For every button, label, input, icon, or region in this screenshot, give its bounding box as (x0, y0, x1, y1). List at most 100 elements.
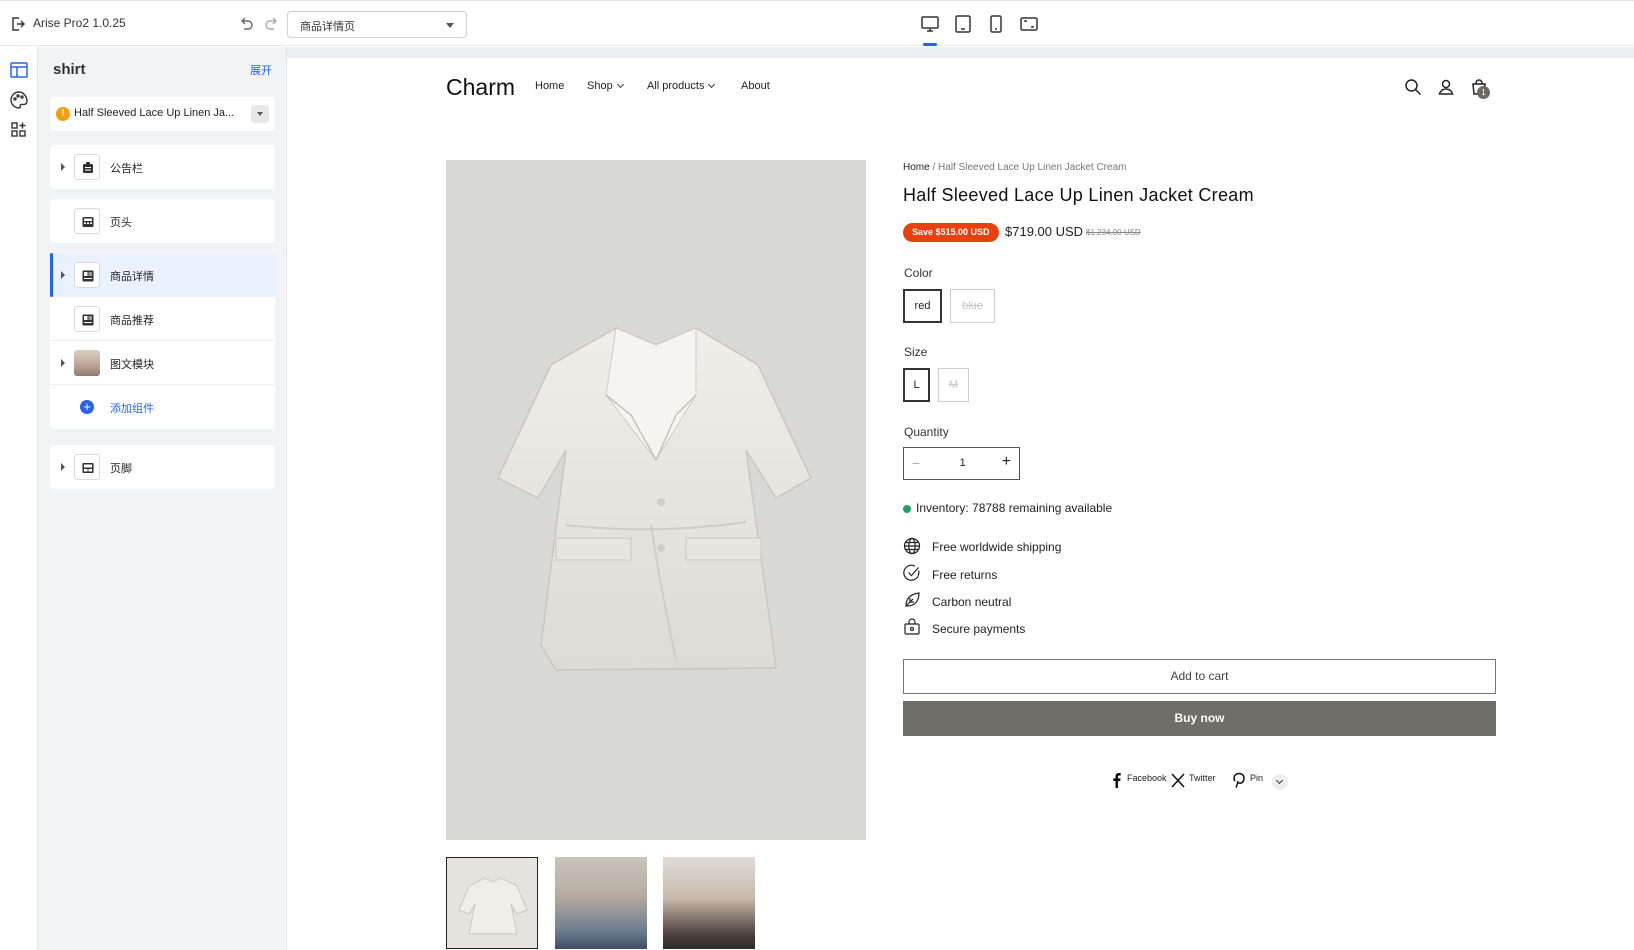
section-label: 公告栏 (110, 163, 143, 175)
pinterest-icon[interactable] (1232, 772, 1246, 788)
size-label: Size (904, 345, 928, 359)
mobile-view-icon[interactable] (986, 14, 1006, 34)
section-label: 页脚 (110, 463, 132, 475)
thumbnail-2[interactable] (555, 857, 647, 949)
nav-all-products[interactable]: All products (647, 80, 716, 92)
apps-add-icon[interactable] (9, 120, 29, 140)
expand-caret-icon[interactable] (61, 271, 65, 279)
size-option-m[interactable]: M (938, 368, 969, 402)
page-template-value: 商品详情页 (300, 21, 355, 33)
layout-icon[interactable] (9, 60, 29, 80)
thumbnail-1[interactable] (446, 857, 538, 949)
color-label: Color (904, 266, 933, 280)
add-section-label: 添加组件 (110, 403, 154, 415)
product-select[interactable]: ! Half Sleeved Lace Up Linen Ja... (50, 97, 275, 131)
section-card-header: 页头 (50, 199, 275, 243)
color-option-red[interactable]: red (903, 289, 942, 323)
product-select-value: Half Sleeved Lace Up Linen Ja... (74, 107, 235, 119)
buy-now-button[interactable]: Buy now (903, 701, 1496, 736)
quantity-stepper: − 1 + (903, 447, 1020, 480)
palette-icon[interactable] (9, 90, 29, 110)
color-option-blue[interactable]: blue (950, 289, 995, 323)
sale-price: $719.00 USD (1005, 224, 1084, 239)
section-item-image-text[interactable]: 图文模块 (50, 341, 275, 385)
x-twitter-icon[interactable] (1171, 772, 1185, 788)
globe-icon (903, 537, 921, 555)
add-section-button[interactable]: + 添加组件 (50, 385, 275, 429)
share-twitter[interactable]: Twitter (1189, 773, 1216, 783)
footer-section-icon (74, 454, 100, 480)
expand-caret-icon[interactable] (61, 463, 65, 471)
product-detail-section-icon (74, 262, 100, 288)
warning-icon: ! (56, 107, 70, 121)
size-option-l[interactable]: L (903, 368, 930, 402)
app-title: Arise Pro2 1.0.25 (33, 16, 126, 30)
product-main-image[interactable] (446, 160, 866, 840)
section-label: 图文模块 (110, 359, 154, 371)
dropdown-toggle[interactable] (251, 105, 269, 123)
section-item-product-detail[interactable]: 商品详情 (50, 253, 275, 297)
nav-home[interactable]: Home (535, 80, 564, 92)
lock-bag-icon (904, 618, 920, 635)
section-label: 商品推荐 (110, 315, 154, 327)
breadcrumb-current: Half Sleeved Lace Up Linen Jacket Cream (938, 162, 1127, 173)
section-card-footer: 页脚 (50, 445, 275, 489)
top-toolbar: Arise Pro2 1.0.25 商品详情页 (0, 0, 1634, 46)
product-title: Half Sleeved Lace Up Linen Jacket Cream (903, 185, 1254, 205)
section-card-announcement: 公告栏 (50, 145, 275, 189)
product-recommend-section-icon (74, 306, 100, 332)
feature-carbon: Carbon neutral (932, 595, 1012, 609)
share-pinterest[interactable]: Pin (1250, 773, 1263, 783)
breadcrumb-home[interactable]: Home (903, 162, 930, 173)
left-icon-rail (0, 47, 38, 950)
share-more-chevron-icon[interactable] (1272, 774, 1288, 790)
share-facebook[interactable]: Facebook (1127, 773, 1167, 783)
account-icon[interactable] (1437, 78, 1455, 96)
plus-icon: + (80, 400, 94, 414)
quantity-label: Quantity (904, 425, 949, 439)
redo-icon[interactable] (264, 16, 280, 32)
chevron-down-icon (616, 80, 624, 89)
compare-price: $1,234.00 USD (1086, 228, 1141, 237)
add-to-cart-button[interactable]: Add to cart (903, 659, 1496, 694)
facebook-icon[interactable] (1110, 772, 1124, 788)
section-item-announcement[interactable]: 公告栏 (50, 145, 275, 189)
section-item-footer[interactable]: 页脚 (50, 445, 275, 489)
breadcrumb-separator: / (932, 162, 936, 173)
search-icon[interactable] (1404, 78, 1422, 96)
section-item-product-recommend[interactable]: 商品推荐 (50, 297, 275, 341)
feature-secure: Secure payments (932, 622, 1026, 636)
nav-shop[interactable]: Shop (587, 80, 624, 92)
cart-count-badge: 1 (1477, 86, 1490, 99)
sections-panel: shirt 展开 ! Half Sleeved Lace Up Linen Ja… (38, 47, 287, 950)
feature-shipping: Free worldwide shipping (932, 540, 1062, 554)
exit-icon[interactable] (10, 16, 26, 32)
theme-name: shirt (53, 61, 86, 78)
section-card-template: 商品详情 商品推荐 图文模块 + 添加组件 (50, 253, 275, 429)
save-badge: Save $515.00 USD (903, 223, 999, 242)
expand-caret-icon[interactable] (61, 359, 65, 367)
quantity-increase-button[interactable]: + (1002, 453, 1011, 471)
undo-icon[interactable] (238, 16, 254, 32)
page-template-select[interactable]: 商品详情页 (287, 11, 467, 38)
nav-about[interactable]: About (741, 80, 770, 92)
section-item-header[interactable]: 页头 (50, 199, 275, 243)
tablet-view-icon[interactable] (953, 14, 973, 34)
inventory-text: Inventory: 78788 remaining available (916, 501, 1113, 515)
thumbnail-3[interactable] (663, 857, 755, 949)
section-label: 页头 (110, 217, 132, 229)
store-logo[interactable]: Charm (446, 74, 515, 101)
nav-all-products-label: All products (647, 80, 705, 92)
nav-shop-label: Shop (587, 80, 613, 92)
image-text-thumbnail (74, 350, 100, 376)
leaf-icon (905, 592, 920, 607)
announcement-section-icon (74, 154, 100, 180)
expand-link[interactable]: 展开 (250, 62, 272, 78)
fullscreen-icon[interactable] (1019, 14, 1039, 34)
expand-caret-icon[interactable] (61, 163, 65, 171)
section-label: 商品详情 (110, 271, 154, 283)
chevron-down-icon (708, 80, 716, 89)
desktop-view-icon[interactable] (920, 14, 940, 34)
header-section-icon (74, 208, 100, 234)
inventory-status-dot (903, 505, 911, 513)
